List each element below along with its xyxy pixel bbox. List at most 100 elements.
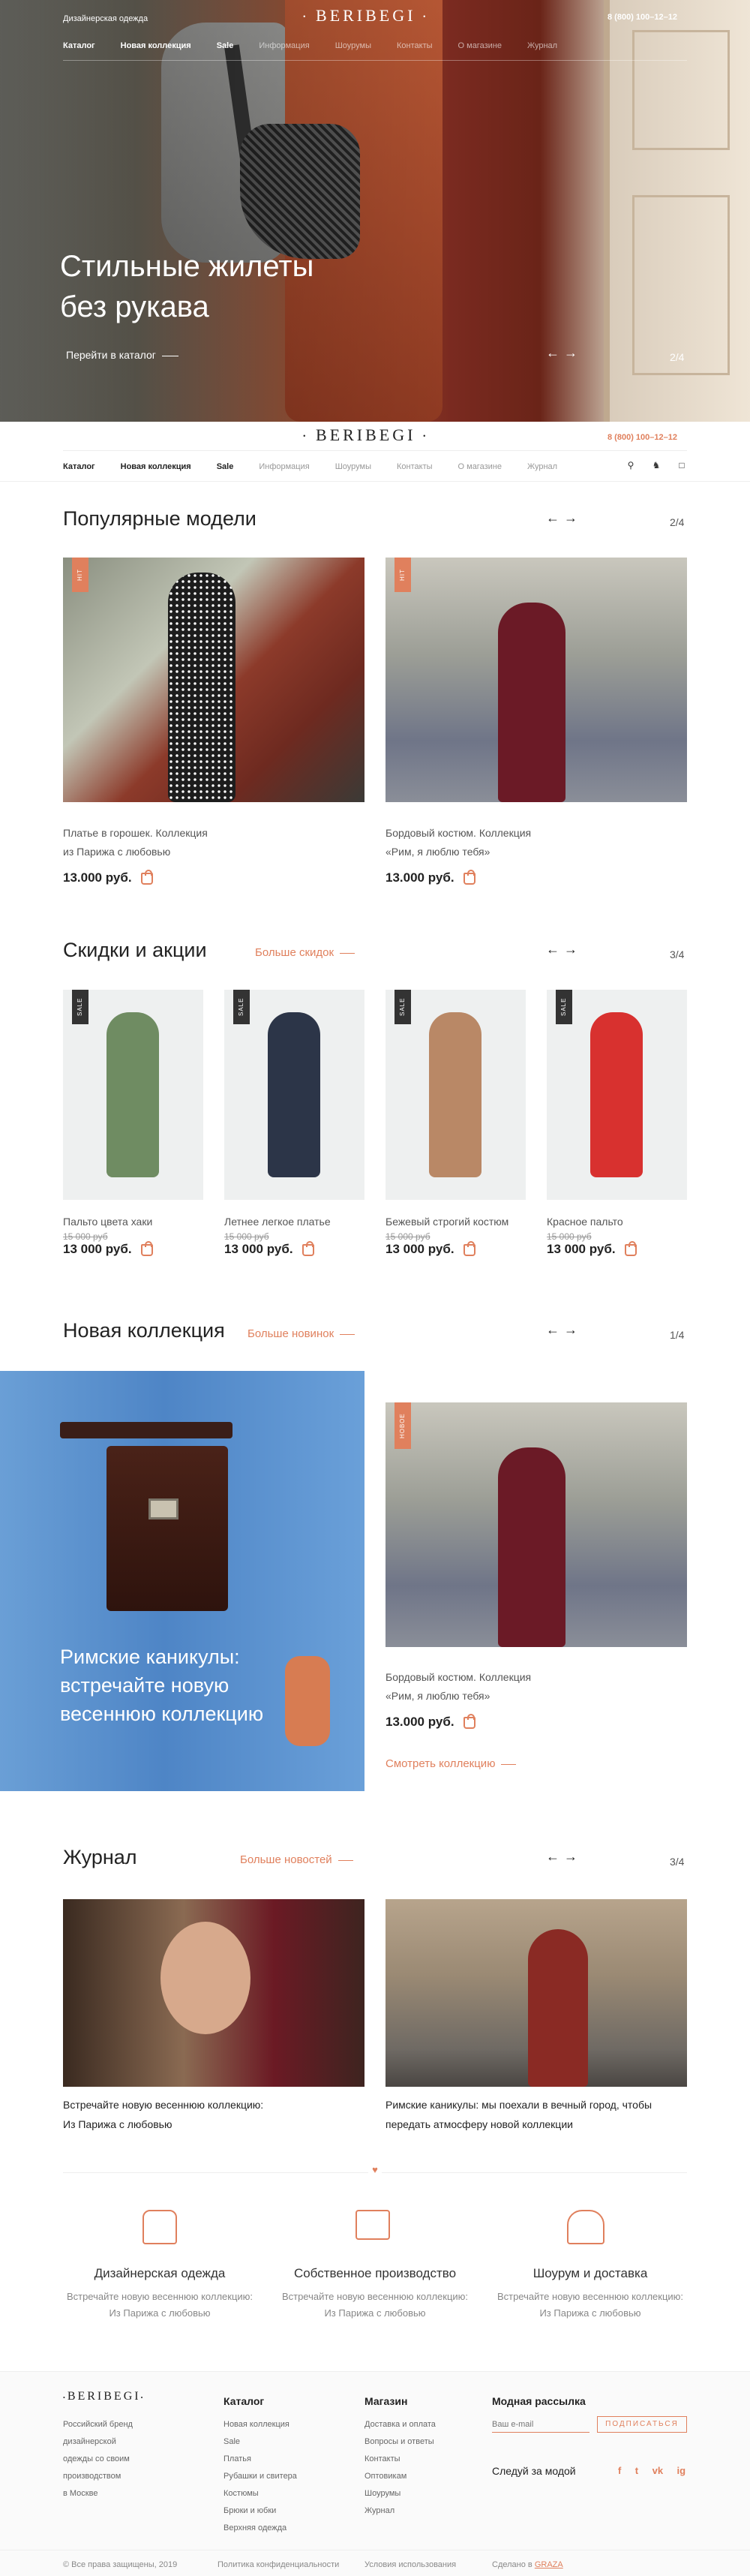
feature-text-line: Встречайте новую весеннюю коллекцию:: [496, 2291, 684, 2302]
journal-more-link[interactable]: Больше новостей: [240, 1853, 353, 1866]
product-photo[interactable]: HIT: [386, 558, 687, 802]
footer-link[interactable]: Журнал: [364, 2502, 436, 2520]
footer-link[interactable]: Оптовикам: [364, 2468, 436, 2485]
sticky-phone[interactable]: 8 (800) 100–12–12: [608, 433, 677, 442]
sticky-nav-sale[interactable]: Sale: [217, 462, 234, 471]
product-title[interactable]: Бордовый костюм. Коллекция: [386, 1668, 531, 1687]
cart-add-icon[interactable]: [624, 1240, 637, 1256]
nav-showrooms[interactable]: Шоурумы: [335, 41, 371, 50]
footer-link[interactable]: Sale: [224, 2433, 297, 2451]
product-title[interactable]: Летнее легкое платье: [224, 1213, 364, 1231]
footer-link[interactable]: Верхняя одежда: [224, 2520, 297, 2537]
product-title[interactable]: Платье в горошек. Коллекция: [63, 824, 208, 843]
subscribe-button[interactable]: Подписаться: [597, 2416, 687, 2433]
popular-arrows[interactable]: ←→: [546, 510, 582, 526]
product-title[interactable]: Пальто цвета хаки: [63, 1213, 203, 1231]
cart-icon[interactable]: □: [676, 460, 687, 470]
facebook-icon[interactable]: f: [618, 2465, 621, 2476]
hero-catalog-link[interactable]: Перейти в каталог: [66, 349, 178, 361]
sale-product-photo[interactable]: SALE: [547, 990, 687, 1200]
journal-title: Журнал: [63, 1846, 137, 1868]
product-title[interactable]: «Рим, я люблю тебя»: [386, 843, 531, 861]
terms-link[interactable]: Условия использования: [364, 2560, 456, 2569]
sticky-nav-contacts[interactable]: Контакты: [397, 462, 433, 471]
logo[interactable]: • Beribegi •: [303, 6, 428, 26]
footer-about-line: одежды со своим: [63, 2454, 130, 2463]
nav-catalog[interactable]: Каталог: [63, 41, 95, 50]
heart-icon: ♥: [368, 2164, 382, 2178]
feature-text: Встречайте новую весеннюю коллекцию: Из …: [278, 2289, 472, 2322]
sticky-nav-journal[interactable]: Журнал: [527, 462, 557, 471]
twitter-icon[interactable]: t: [635, 2465, 638, 2476]
footer-link[interactable]: Костюмы: [224, 2485, 297, 2502]
product-tag: SALE: [233, 990, 250, 1024]
footer-about-line: дизайнерской: [63, 2437, 116, 2446]
footer-link[interactable]: Доставка и оплата: [364, 2416, 436, 2433]
model-figure: [429, 1012, 482, 1177]
sticky-logo[interactable]: • Beribegi •: [303, 425, 428, 445]
sticky-nav-new-collection[interactable]: Новая коллекция: [121, 462, 191, 471]
footer-link[interactable]: Новая коллекция: [224, 2416, 297, 2433]
journal-arrows[interactable]: ←→: [546, 1849, 582, 1865]
product-photo[interactable]: HIT: [63, 558, 364, 802]
sale-product-photo[interactable]: SALE: [63, 990, 203, 1200]
sticky-nav-catalog[interactable]: Каталог: [63, 462, 95, 471]
footer-link[interactable]: Рубашки и свитера: [224, 2468, 297, 2485]
journal-card[interactable]: Римские каникулы: мы поехали в вечный го…: [386, 2095, 652, 2134]
product-title[interactable]: из Парижа с любовью: [63, 843, 208, 861]
nav-contacts[interactable]: Контакты: [397, 41, 433, 50]
journal-photo[interactable]: [63, 1899, 364, 2087]
cart-add-icon[interactable]: [463, 869, 476, 885]
footer-link[interactable]: Контакты: [364, 2451, 436, 2468]
footer-link[interactable]: Шоурумы: [364, 2485, 436, 2502]
sewing-machine-icon: [356, 2210, 390, 2240]
product-title[interactable]: «Рим, я люблю тебя»: [386, 1687, 531, 1706]
feature-text-line: Встречайте новую весеннюю коллекцию:: [66, 2291, 254, 2302]
product-title[interactable]: Бежевый строгий костюм: [386, 1213, 526, 1231]
nav-journal[interactable]: Журнал: [527, 41, 557, 50]
user-icon[interactable]: ♞: [651, 460, 662, 470]
model-figure: [106, 1012, 159, 1177]
footer-link[interactable]: Брюки и юбки: [224, 2502, 297, 2520]
collection-arrows[interactable]: ←→: [546, 1322, 582, 1338]
cart-add-icon[interactable]: [140, 869, 153, 885]
dress-form-icon: [142, 2210, 177, 2244]
footer-link[interactable]: Платья: [224, 2451, 297, 2468]
nav-new-collection[interactable]: Новая коллекция: [121, 41, 191, 50]
hero-arrows[interactable]: ←→: [546, 345, 582, 361]
made-by-link[interactable]: GRAZA: [535, 2560, 563, 2569]
sale-arrows[interactable]: ←→: [546, 942, 582, 957]
cart-add-icon[interactable]: [140, 1240, 153, 1256]
collection-view-link[interactable]: Смотреть коллекцию: [386, 1757, 516, 1770]
collection-product-photo[interactable]: НОВОЕ: [386, 1402, 687, 1647]
phone[interactable]: 8 (800) 100–12–12: [608, 13, 677, 22]
sticky-nav-about[interactable]: О магазине: [458, 462, 502, 471]
sale-product-photo[interactable]: SALE: [224, 990, 364, 1200]
collection-banner[interactable]: Римские каникулы: встречайте новую весен…: [0, 1371, 364, 1791]
privacy-link[interactable]: Политика конфиденциальности: [218, 2560, 339, 2569]
sticky-nav-showrooms[interactable]: Шоурумы: [335, 462, 371, 471]
nav-about[interactable]: О магазине: [458, 41, 502, 50]
product-title[interactable]: Бордовый костюм. Коллекция: [386, 824, 531, 843]
sticky-nav-info[interactable]: Информация: [259, 462, 309, 471]
search-icon[interactable]: ⚲: [626, 460, 636, 470]
journal-photo[interactable]: [386, 1899, 687, 2087]
nav-info[interactable]: Информация: [259, 41, 309, 50]
collection-more-link[interactable]: Больше новинок: [248, 1327, 355, 1340]
hanger-icon: [567, 2210, 604, 2244]
cart-add-icon[interactable]: [463, 1713, 476, 1729]
cart-add-icon[interactable]: [463, 1240, 476, 1256]
sale-more-link[interactable]: Больше скидок: [255, 946, 355, 959]
vk-icon[interactable]: vk: [652, 2465, 663, 2476]
product-title[interactable]: Красное пальто: [547, 1213, 687, 1231]
cart-add-icon[interactable]: [302, 1240, 314, 1256]
footer-link[interactable]: Вопросы и ответы: [364, 2433, 436, 2451]
sale-product-photo[interactable]: SALE: [386, 990, 526, 1200]
hero-nav-divider: [63, 60, 687, 61]
product-price: 13 000 руб.: [224, 1242, 293, 1256]
instagram-icon[interactable]: ig: [677, 2465, 686, 2476]
newsletter-email-input[interactable]: [492, 2416, 590, 2433]
footer-logo[interactable]: •Beribegi•: [63, 2390, 145, 2403]
journal-card[interactable]: Встречайте новую весеннюю коллекцию: Из …: [63, 2095, 263, 2134]
nav-sale[interactable]: Sale: [217, 41, 234, 50]
